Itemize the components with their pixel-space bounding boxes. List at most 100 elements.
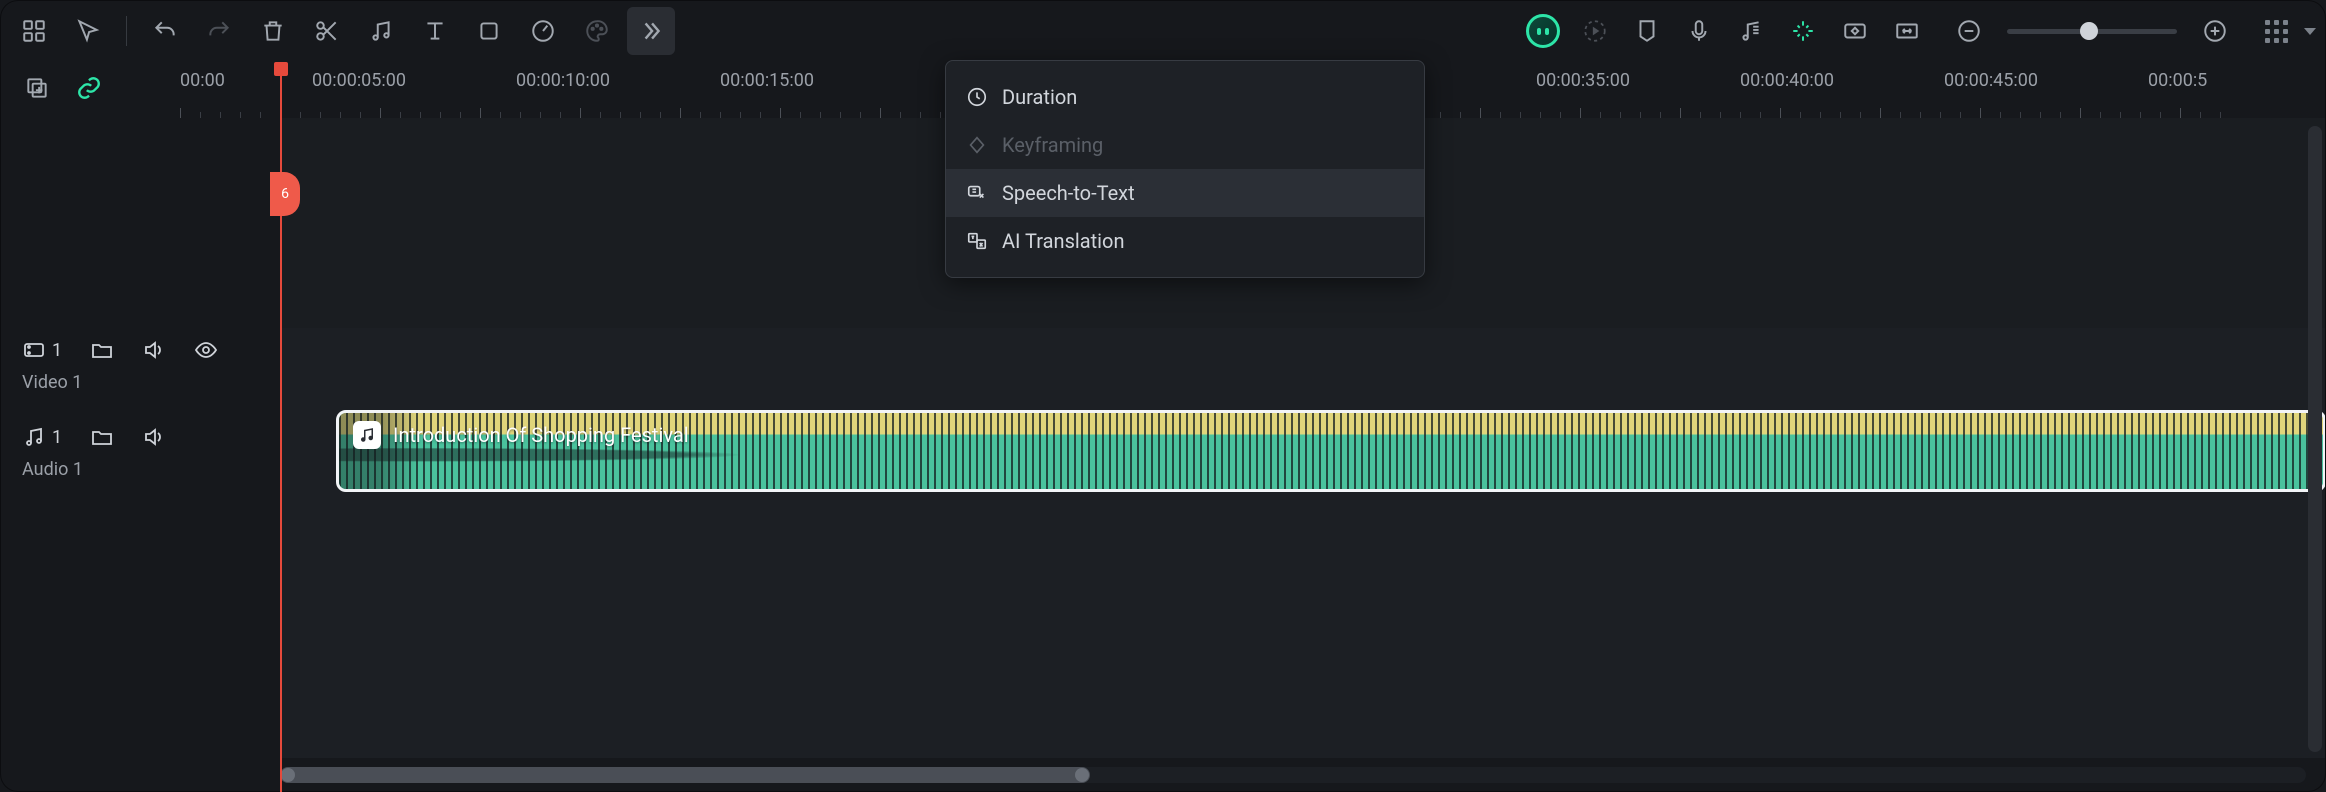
dropdown-item-keyframing: Keyframing	[946, 121, 1424, 169]
layout-grid-icon	[21, 18, 47, 44]
grid-dots-icon	[2265, 20, 2288, 43]
split-button[interactable]	[303, 7, 351, 55]
audio-clip[interactable]: Introduction Of Shopping Festival	[336, 410, 2326, 492]
sparkle-cut-icon	[1790, 18, 1816, 44]
ruler-left-controls	[0, 62, 180, 118]
audio-track-label: Audio 1	[22, 459, 258, 480]
ruler-timestamp: 00:00	[180, 70, 225, 91]
video-track-header[interactable]: 1 Video 1	[0, 324, 280, 411]
scissors-icon	[314, 18, 340, 44]
cursor-icon	[75, 18, 101, 44]
add-track-button[interactable]	[24, 75, 50, 105]
undo-icon	[152, 18, 178, 44]
trash-icon	[260, 18, 286, 44]
redo-icon	[206, 18, 232, 44]
fit-width-icon	[1894, 18, 1920, 44]
layout-grid-button[interactable]	[10, 7, 58, 55]
dropdown-label: Duration	[1002, 85, 1077, 109]
dropdown-label: Speech-to-Text	[1002, 181, 1135, 205]
volume-icon[interactable]	[142, 425, 166, 449]
selection-cursor-button[interactable]	[64, 7, 112, 55]
toolbar	[0, 0, 2326, 62]
toolbar-right-group	[1519, 7, 2316, 55]
delete-button[interactable]	[249, 7, 297, 55]
audio-track-index: 1	[52, 427, 62, 448]
vertical-scrollbar[interactable]	[2308, 126, 2322, 752]
add-track-icon	[24, 75, 50, 101]
folder-icon[interactable]	[90, 425, 114, 449]
ruler-timestamp: 00:00:5	[2148, 70, 2207, 91]
zoom-out-icon	[1956, 18, 1982, 44]
dropdown-item-duration[interactable]: Duration	[946, 73, 1424, 121]
clock-icon	[966, 86, 988, 108]
playhead-handle[interactable]: 6	[270, 172, 300, 216]
video-track-index: 1	[52, 340, 62, 361]
more-tools-button[interactable]	[627, 7, 675, 55]
text-icon	[422, 18, 448, 44]
dropdown-label: AI Translation	[1002, 229, 1125, 253]
audio-track-header[interactable]: 1 Audio 1	[0, 411, 280, 498]
dropdown-item-ai-translation[interactable]: AI Translation	[946, 217, 1424, 265]
playhead-marker-text: 6	[281, 186, 289, 202]
zoom-in-icon	[2202, 18, 2228, 44]
microphone-icon	[1686, 18, 1712, 44]
audio-track-icon	[22, 425, 46, 449]
track-headers: 1 Video 1 1 Audio 1	[0, 118, 280, 758]
palette-icon	[584, 18, 610, 44]
marker-icon	[1634, 18, 1660, 44]
undo-button[interactable]	[141, 7, 189, 55]
audio-mixer-button[interactable]	[1727, 7, 1775, 55]
dropdown-item-speech-to-text[interactable]: Speech-to-Text	[946, 169, 1424, 217]
ruler-timestamp: 00:00:40:00	[1740, 70, 1834, 91]
audio-detach-button[interactable]	[357, 7, 405, 55]
zoom-thumb[interactable]	[2080, 22, 2098, 40]
ruler-timestamp: 00:00:35:00	[1536, 70, 1630, 91]
zoom-track[interactable]	[2007, 29, 2177, 34]
color-button[interactable]	[573, 7, 621, 55]
toolbar-divider	[126, 16, 127, 46]
crop-button[interactable]	[465, 7, 513, 55]
ai-avatar-icon	[1526, 14, 1560, 48]
speech-to-text-icon	[966, 182, 988, 204]
speed-button[interactable]	[519, 7, 567, 55]
clip-music-icon	[353, 421, 381, 449]
ruler-timestamp: 00:00:10:00	[516, 70, 610, 91]
video-track-label: Video 1	[22, 372, 258, 393]
more-tools-dropdown: Duration Keyframing Speech-to-Text AI Tr…	[945, 60, 1425, 278]
audio-mixer-icon	[1738, 18, 1764, 44]
keyframe-panel-icon	[1842, 18, 1868, 44]
chevron-double-right-icon	[638, 18, 664, 44]
ai-assistant-button[interactable]	[1519, 7, 1567, 55]
horizontal-scrollbar[interactable]	[280, 764, 2306, 786]
fit-width-button[interactable]	[1883, 7, 1931, 55]
zoom-in-button[interactable]	[2191, 7, 2239, 55]
smart-edit-button[interactable]	[1779, 7, 1827, 55]
eye-icon[interactable]	[194, 338, 218, 362]
translate-icon	[966, 230, 988, 252]
music-note-icon	[368, 18, 394, 44]
ruler-timestamp: 00:00:45:00	[1944, 70, 2038, 91]
redo-button[interactable]	[195, 7, 243, 55]
render-icon	[1582, 18, 1608, 44]
volume-icon[interactable]	[142, 338, 166, 362]
speedometer-icon	[530, 18, 556, 44]
render-button[interactable]	[1571, 7, 1619, 55]
crop-icon	[476, 18, 502, 44]
zoom-slider[interactable]	[1945, 7, 2239, 55]
chevron-down-icon	[2304, 28, 2316, 35]
horizontal-scroll-thumb[interactable]	[280, 767, 1090, 783]
folder-icon[interactable]	[90, 338, 114, 362]
ruler-timestamp: 00:00:15:00	[720, 70, 814, 91]
keyframe-icon	[966, 134, 988, 156]
marker-button[interactable]	[1623, 7, 1671, 55]
view-options-button[interactable]	[2265, 20, 2316, 43]
video-track-icon	[22, 338, 46, 362]
zoom-out-button[interactable]	[1945, 7, 1993, 55]
link-toggle-button[interactable]	[76, 75, 102, 105]
link-icon	[76, 75, 102, 101]
voiceover-button[interactable]	[1675, 7, 1723, 55]
text-button[interactable]	[411, 7, 459, 55]
keyframe-tool-button[interactable]	[1831, 7, 1879, 55]
ruler-timestamp: 00:00:05:00	[312, 70, 406, 91]
clip-title: Introduction Of Shopping Festival	[393, 423, 689, 447]
